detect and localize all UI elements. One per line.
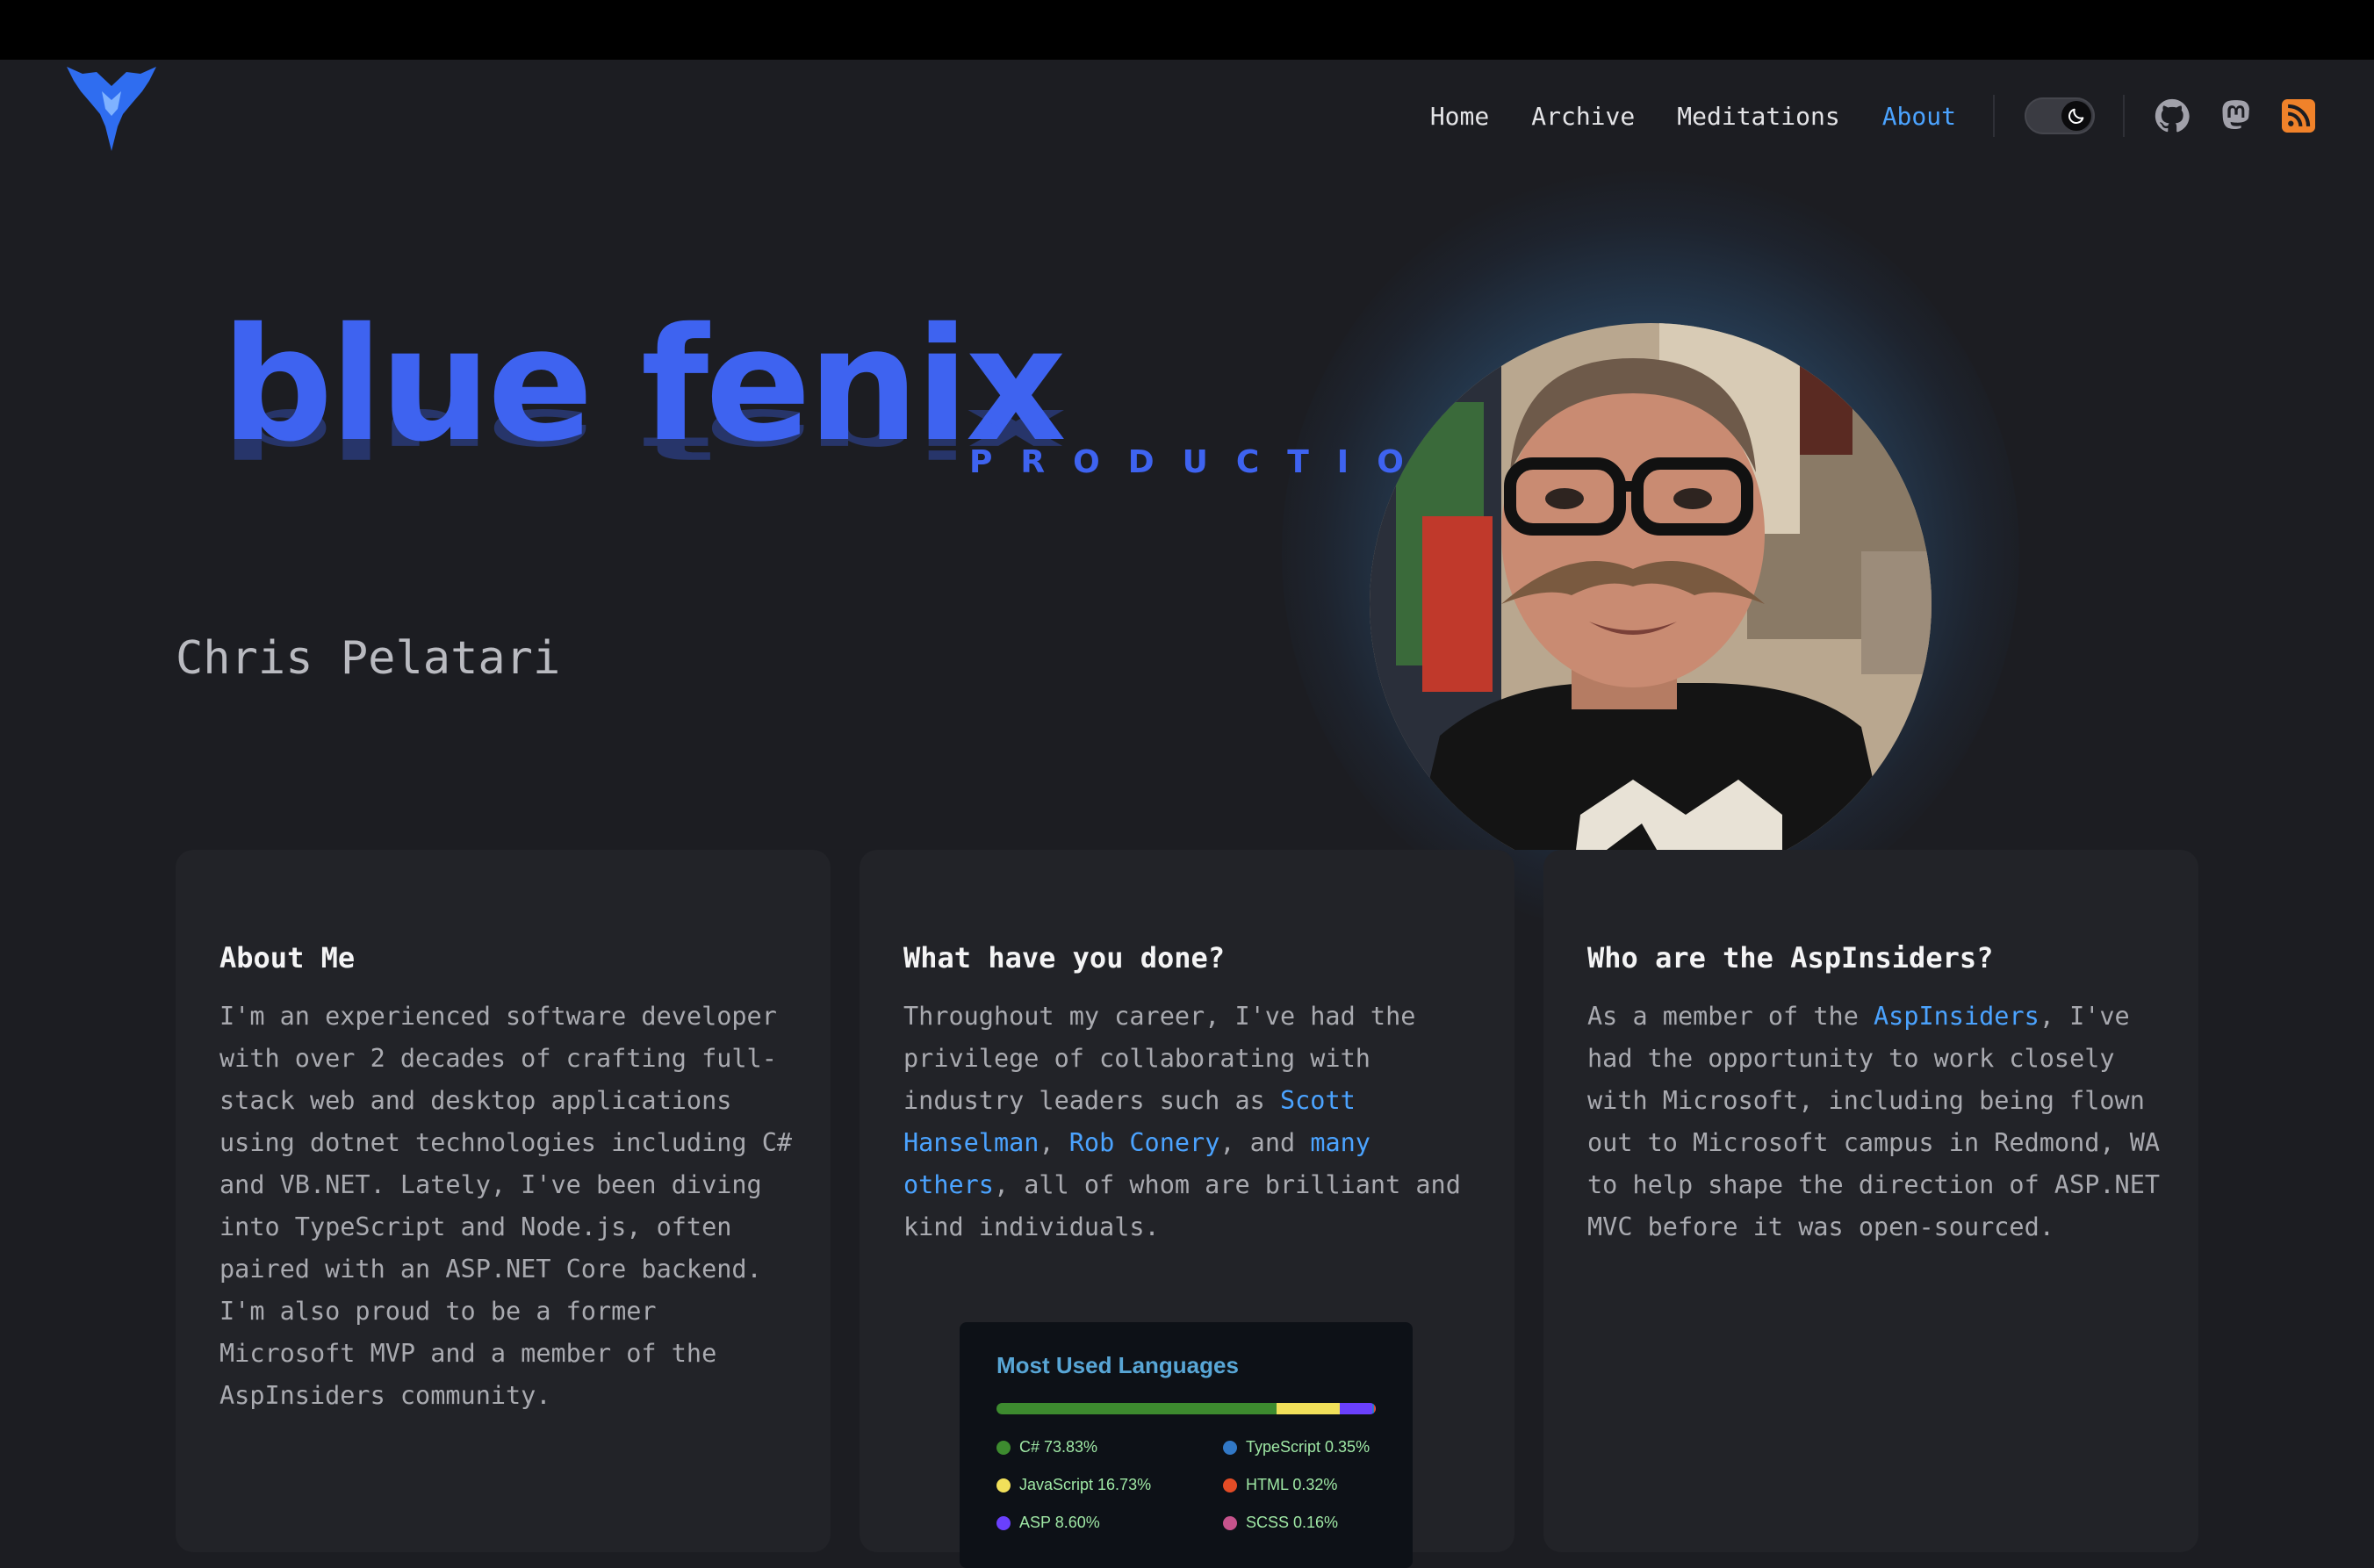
language-label: ASP 8.60% bbox=[1019, 1514, 1100, 1531]
rss-icon[interactable] bbox=[2281, 98, 2316, 133]
language-legend-item: JavaScript 16.73% bbox=[996, 1476, 1151, 1494]
body-text: , bbox=[1039, 1128, 1069, 1157]
language-color-dot bbox=[1223, 1440, 1237, 1455]
body-text: , and bbox=[1219, 1128, 1311, 1157]
language-color-dot bbox=[996, 1478, 1011, 1492]
link-aspinsiders[interactable]: AspInsiders bbox=[1874, 1002, 2039, 1031]
theme-toggle[interactable] bbox=[2025, 97, 2095, 134]
language-bar-segment bbox=[1340, 1403, 1373, 1414]
brand-wordmark: blue fenix blue fenix PRODUCTION bbox=[221, 307, 1458, 553]
card-title: Who are the AspInsiders? bbox=[1587, 941, 1994, 975]
language-legend-item: TypeScript 0.35% bbox=[1223, 1438, 1370, 1457]
language-bar-segment bbox=[996, 1403, 1277, 1414]
body-text: , I've had the opportunity to work close… bbox=[1587, 1002, 2161, 1241]
author-name: Chris Pelatari bbox=[176, 632, 561, 685]
card-title: What have you done? bbox=[903, 941, 1226, 975]
card-aspinsiders: Who are the AspInsiders? As a member of … bbox=[1543, 850, 2198, 1552]
card-body: I'm an experienced software developer wi… bbox=[219, 1002, 793, 1410]
language-legend-item: SCSS 0.16% bbox=[1223, 1514, 1338, 1532]
avatar bbox=[1370, 323, 1932, 850]
brand-reflection: blue fenix bbox=[221, 394, 1063, 471]
nav-meditations[interactable]: Meditations bbox=[1677, 102, 1839, 131]
language-legend-item: C# 73.83% bbox=[996, 1438, 1097, 1457]
language-color-dot bbox=[996, 1515, 1011, 1530]
language-label: SCSS 0.16% bbox=[1246, 1514, 1339, 1531]
github-icon[interactable] bbox=[2155, 98, 2190, 133]
widget-title: Most Used Languages bbox=[996, 1352, 1239, 1378]
language-legend-item: ASP 8.60% bbox=[996, 1514, 1100, 1532]
language-bar-segment bbox=[1375, 1403, 1376, 1414]
nav-home[interactable]: Home bbox=[1430, 102, 1489, 131]
card-what-have-you-done: What have you done? Throughout my career… bbox=[860, 850, 1514, 1568]
language-bar-segment bbox=[1276, 1403, 1341, 1414]
body-text: As a member of the bbox=[1587, 1002, 1874, 1031]
nav-divider bbox=[2123, 95, 2125, 137]
moon-icon bbox=[2061, 101, 2091, 131]
window-top-bar bbox=[0, 0, 2374, 60]
language-color-dot bbox=[996, 1440, 1011, 1455]
most-used-languages-widget: Most Used Languages C# 73.83% TypeScript … bbox=[960, 1322, 1413, 1568]
nav-divider bbox=[1993, 95, 1995, 137]
card-body: As a member of the AspInsiders, I've had… bbox=[1587, 996, 2163, 1248]
link-rob-conery[interactable]: Rob Conery bbox=[1069, 1128, 1220, 1157]
fenix-logo[interactable] bbox=[67, 65, 156, 151]
language-label: HTML 0.32% bbox=[1246, 1476, 1338, 1493]
main-nav: Home Archive Meditations About bbox=[1388, 95, 2316, 137]
card-title: About Me bbox=[219, 941, 356, 975]
language-label: C# 73.83% bbox=[1019, 1438, 1098, 1456]
language-color-dot bbox=[1223, 1515, 1237, 1530]
language-label: JavaScript 16.73% bbox=[1019, 1476, 1152, 1493]
language-legend-item: HTML 0.32% bbox=[1223, 1476, 1337, 1494]
avatar-photo-frame bbox=[1317, 263, 1984, 850]
mastodon-icon[interactable] bbox=[2218, 98, 2253, 133]
nav-archive[interactable]: Archive bbox=[1531, 102, 1635, 131]
language-label: TypeScript 0.35% bbox=[1246, 1438, 1370, 1456]
nav-about[interactable]: About bbox=[1882, 102, 1956, 131]
card-about-me: About Me I'm an experienced software dev… bbox=[176, 850, 831, 1552]
language-color-dot bbox=[1223, 1478, 1237, 1492]
card-body: Throughout my career, I've had the privi… bbox=[903, 996, 1479, 1248]
languages-bar bbox=[996, 1403, 1376, 1414]
